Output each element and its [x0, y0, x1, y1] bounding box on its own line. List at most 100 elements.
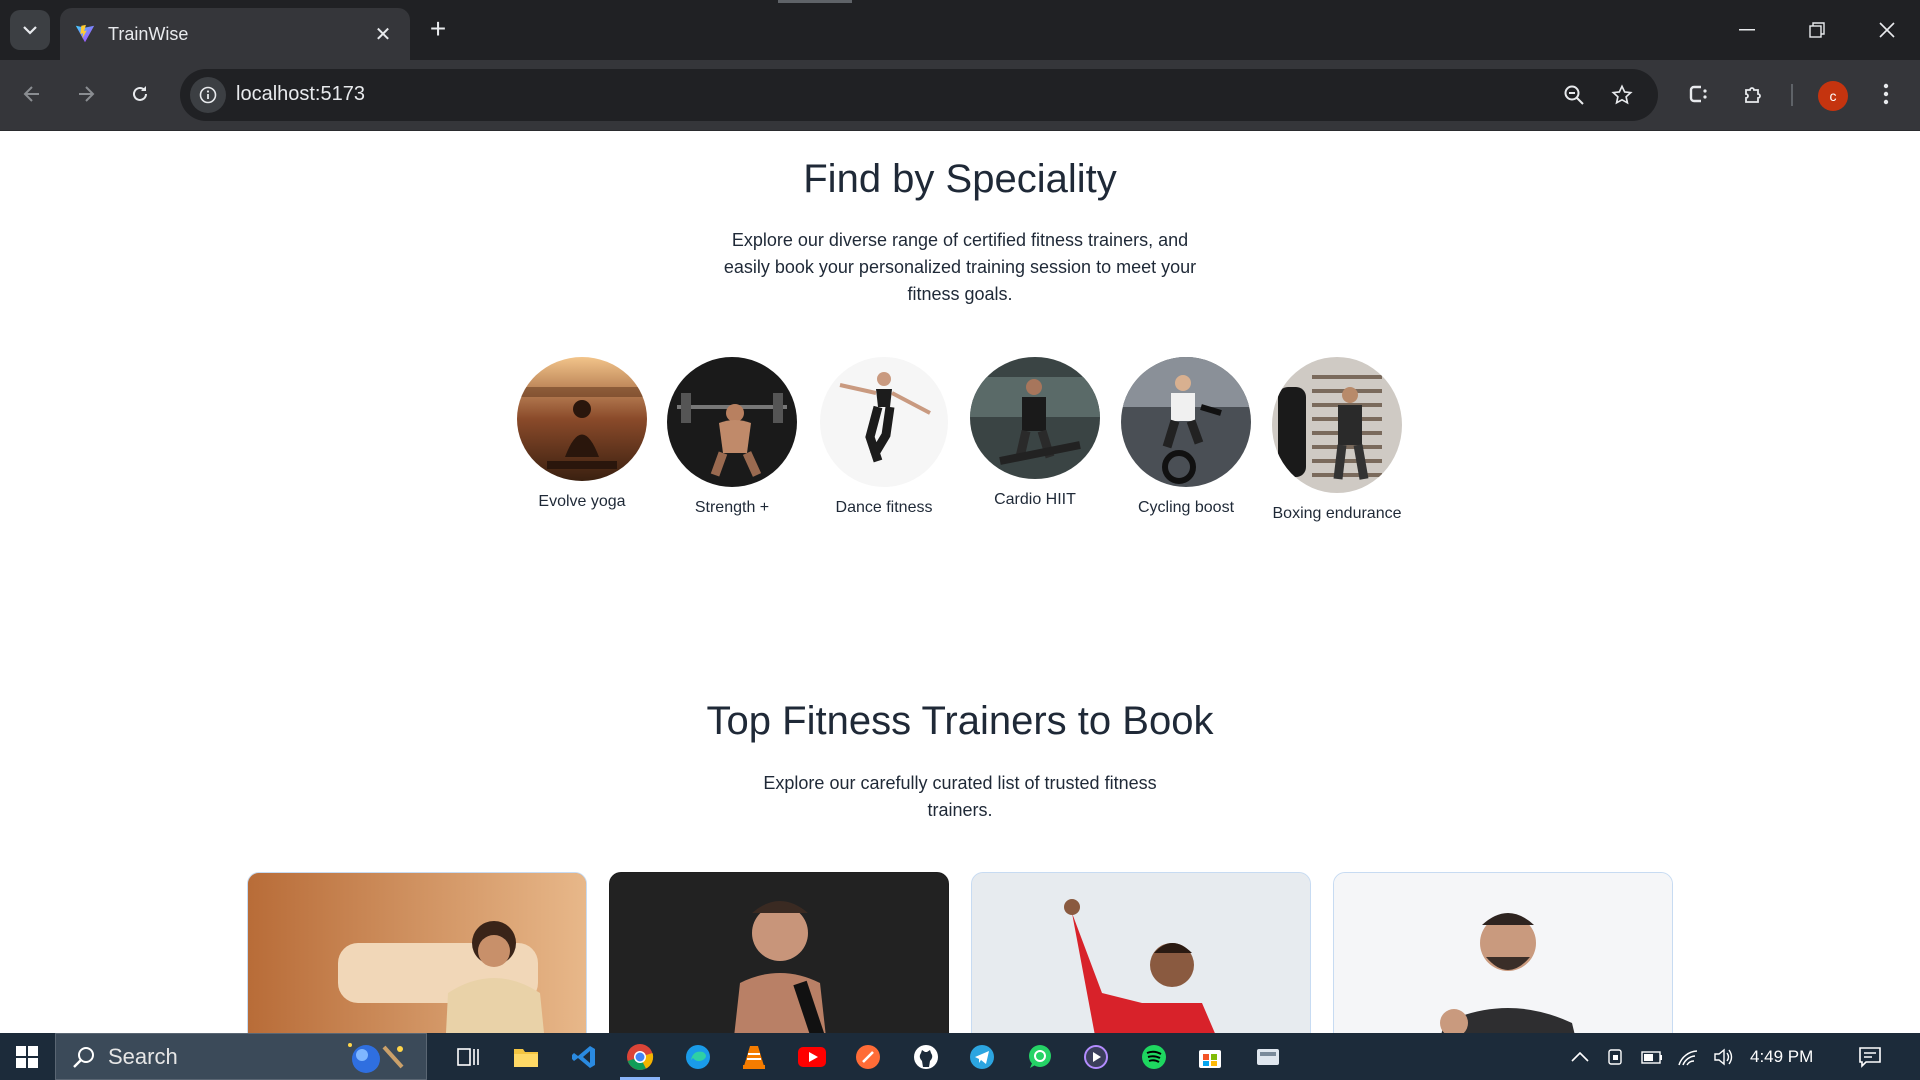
- minimize-button[interactable]: [1712, 0, 1782, 60]
- trainer-photo: [1334, 873, 1672, 1033]
- speciality-image: [1121, 357, 1251, 487]
- arrow-right-icon: [79, 86, 95, 102]
- trainer-photo: [972, 873, 1310, 1033]
- trainer-photo: [248, 873, 586, 1033]
- wifi-icon[interactable]: [1672, 1041, 1704, 1073]
- browser-toolbar: localhost:5173 c: [0, 60, 1920, 131]
- speciality-description-line: fitness goals.: [907, 284, 1013, 304]
- notification-center-button[interactable]: [1854, 1041, 1886, 1073]
- trainer-card[interactable]: [247, 872, 587, 1033]
- windows-logo-icon: [16, 1045, 38, 1068]
- app-icon[interactable]: [1252, 1041, 1284, 1073]
- task-view-icon[interactable]: [452, 1041, 484, 1073]
- speciality-title: Find by Speciality: [803, 157, 1117, 201]
- edge-icon[interactable]: [682, 1041, 714, 1073]
- trainer-card[interactable]: [609, 872, 949, 1033]
- search-icon: [73, 1046, 94, 1068]
- start-button[interactable]: [0, 1033, 54, 1080]
- speciality-item-dance-fitness[interactable]: Dance fitness: [820, 357, 948, 516]
- trainers-description-line: trainers.: [927, 800, 993, 820]
- github-icon[interactable]: [910, 1041, 942, 1073]
- chrome-icon[interactable]: [624, 1041, 656, 1073]
- speciality-image: [1272, 357, 1402, 493]
- store-icon[interactable]: [1194, 1041, 1226, 1073]
- taskbar-clock[interactable]: 4:49 PM: [1750, 1047, 1813, 1067]
- postman-icon[interactable]: [852, 1041, 884, 1073]
- vite-logo-icon: [75, 24, 95, 43]
- meet-now-icon[interactable]: [1600, 1041, 1632, 1073]
- reload-button[interactable]: [120, 74, 160, 114]
- telegram-icon[interactable]: [966, 1041, 998, 1073]
- minimize-icon: [1739, 29, 1755, 31]
- address-bar[interactable]: localhost:5173: [180, 69, 1658, 121]
- speciality-item-cycling-boost[interactable]: Cycling boost: [1121, 357, 1251, 516]
- extensions-menu-button[interactable]: [1736, 76, 1772, 112]
- new-tab-button[interactable]: +: [422, 14, 454, 46]
- chevron-down-icon: [23, 25, 37, 35]
- restore-button[interactable]: [1782, 0, 1852, 60]
- speciality-label: Boxing endurance: [1272, 505, 1402, 522]
- speciality-image: [667, 357, 797, 487]
- arrow-left-icon: [23, 86, 39, 102]
- zoom-out-icon: [1564, 85, 1584, 105]
- search-highlight-icon: [348, 1042, 404, 1073]
- tab-title: TrainWise: [108, 23, 189, 44]
- vscode-icon[interactable]: [568, 1041, 600, 1073]
- taskbar-search[interactable]: Search: [55, 1033, 427, 1080]
- battery-icon[interactable]: [1636, 1041, 1668, 1073]
- page-content: Find by Speciality Explore our diverse r…: [0, 131, 1920, 1033]
- more-vert-icon: [1883, 83, 1889, 105]
- speciality-description-line: easily book your personalized training s…: [723, 257, 1197, 277]
- speciality-image: [517, 357, 647, 481]
- zoom-button[interactable]: [1558, 79, 1590, 111]
- close-window-button[interactable]: [1852, 0, 1920, 60]
- vlc-icon[interactable]: [738, 1041, 770, 1073]
- speciality-image: [970, 357, 1100, 479]
- show-hidden-icons-button[interactable]: [1564, 1041, 1596, 1073]
- extension-c-icon: [1689, 85, 1707, 103]
- restore-icon: [1809, 22, 1825, 38]
- trainers-description-line: Explore our carefully curated list of tr…: [763, 773, 1157, 793]
- extension-button[interactable]: [1680, 76, 1716, 112]
- file-explorer-icon[interactable]: [510, 1041, 542, 1073]
- speciality-description-line: Explore our diverse range of certified f…: [731, 230, 1189, 250]
- reload-icon: [133, 86, 147, 101]
- speciality-description: Explore our diverse range of certified f…: [700, 227, 1220, 308]
- notification-icon: [1859, 1047, 1881, 1068]
- trainers-title: Top Fitness Trainers to Book: [706, 699, 1214, 743]
- browser-tab-bar: TrainWise ✕ +: [0, 0, 1920, 60]
- tab-search-button[interactable]: [10, 10, 50, 50]
- close-tab-icon[interactable]: ✕: [370, 22, 396, 47]
- speciality-item-boxing-endurance[interactable]: Boxing endurance: [1272, 357, 1402, 522]
- profile-avatar[interactable]: c: [1818, 81, 1848, 111]
- info-icon: [199, 86, 217, 104]
- close-icon: [1879, 22, 1895, 38]
- trainer-photo: [610, 873, 948, 1033]
- volume-icon[interactable]: [1708, 1041, 1740, 1073]
- speciality-item-cardio-hiit[interactable]: Cardio HIIT: [970, 357, 1100, 508]
- speciality-item-strength[interactable]: Strength +: [667, 357, 797, 516]
- trainers-description: Explore our carefully curated list of tr…: [740, 770, 1180, 824]
- youtube-icon[interactable]: [796, 1041, 828, 1073]
- spotify-icon[interactable]: [1138, 1041, 1170, 1073]
- toolbar-divider: [1791, 84, 1793, 106]
- url-text: localhost:5173: [236, 83, 365, 105]
- star-icon: [1611, 84, 1633, 105]
- tab-strip-indicator: [778, 0, 852, 3]
- back-button[interactable]: [12, 74, 52, 114]
- puzzle-icon: [1745, 87, 1761, 103]
- speciality-image: [820, 357, 948, 487]
- chevron-up-icon: [1571, 1052, 1589, 1062]
- media-player-icon[interactable]: [1080, 1041, 1112, 1073]
- trainer-card[interactable]: [971, 872, 1311, 1033]
- trainer-card[interactable]: [1333, 872, 1673, 1033]
- whatsapp-icon[interactable]: [1024, 1041, 1056, 1073]
- speciality-item-evolve-yoga[interactable]: Evolve yoga: [517, 357, 647, 510]
- site-info-button[interactable]: [190, 77, 226, 113]
- bookmark-button[interactable]: [1606, 79, 1638, 111]
- search-placeholder: Search: [108, 1043, 178, 1069]
- browser-tab[interactable]: TrainWise ✕: [60, 8, 410, 60]
- forward-button[interactable]: [66, 74, 106, 114]
- os-taskbar: Search 4:49 PM: [0, 1033, 1920, 1080]
- browser-menu-button[interactable]: [1868, 76, 1904, 112]
